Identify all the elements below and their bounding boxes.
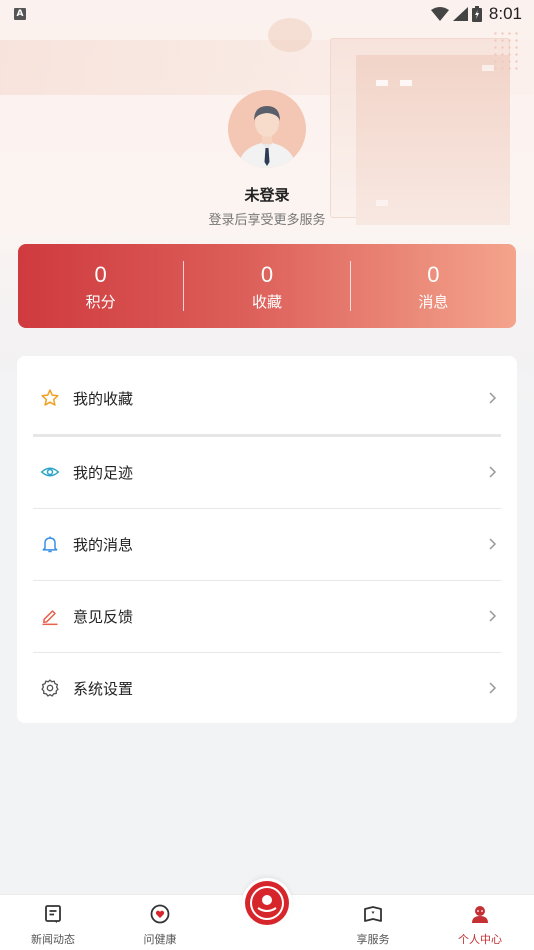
status-bar: A 8:01 [0,0,534,28]
tab-health-label: 问健康 [143,933,177,946]
menu-item-label: 意见反馈 [73,607,134,626]
chevron-right-icon [489,392,497,404]
stat-favorites[interactable]: 0 收藏 [184,261,349,312]
menu-item-label: 系统设置 [73,679,134,698]
stat-favorites-label: 收藏 [251,292,282,311]
pencil-icon [39,605,61,627]
person-icon [472,906,488,923]
stat-favorites-value: 0 [260,261,274,287]
user-name[interactable]: 未登录 [0,184,534,205]
tab-profile-label: 个人中心 [458,933,502,946]
stat-points[interactable]: 0 积分 [18,261,183,312]
battery-icon [471,6,482,22]
book-icon [364,906,382,922]
eye-icon [39,461,61,483]
emblem-logo-icon [245,881,289,925]
stat-messages-label: 消息 [418,292,449,311]
stat-messages-value: 0 [427,261,440,287]
user-avatar-icon [238,106,296,168]
notification-a-icon: A [14,8,26,20]
center-logo-button[interactable] [242,878,292,928]
menu-item-label: 我的足迹 [73,463,134,482]
tab-health[interactable]: 问健康 [120,903,200,947]
stat-messages[interactable]: 0 消息 [351,261,516,312]
star-icon [39,387,61,409]
stats-card: 0 积分 0 收藏 0 消息 [18,244,516,328]
chevron-right-icon [489,610,497,622]
menu-item-history[interactable]: 我的足迹 [33,436,501,508]
login-hint: 登录后享受更多服务 [208,213,326,228]
menu-card: 我的收藏 我的足迹 我的消息 意见反馈 系统设置 [17,356,517,723]
clock: 8:01 [488,4,522,23]
menu-item-feedback[interactable]: 意见反馈 [33,580,501,652]
menu-item-label: 我的收藏 [73,389,134,408]
chevron-right-icon [489,682,497,694]
news-icon [45,905,61,923]
menu-item-settings[interactable]: 系统设置 [33,652,501,724]
tab-services[interactable]: 享服务 [333,903,413,947]
menu-item-label: 我的消息 [73,535,134,554]
stat-points-value: 0 [94,261,107,287]
tab-services-label: 享服务 [356,933,390,946]
menu-item-messages[interactable]: 我的消息 [33,508,501,580]
avatar[interactable] [228,90,306,168]
gear-icon [39,677,61,699]
heart-icon [150,904,170,924]
menu-item-favorites[interactable]: 我的收藏 [33,362,501,434]
chevron-right-icon [489,466,497,478]
chevron-right-icon [489,538,497,550]
tab-news-label: 新闻动态 [31,933,75,946]
tab-profile[interactable]: 个人中心 [440,903,520,947]
bell-icon [39,533,61,555]
tab-news[interactable]: 新闻动态 [13,903,93,947]
stat-points-label: 积分 [85,292,116,311]
wifi-icon [430,7,449,21]
signal-icon [452,7,468,21]
